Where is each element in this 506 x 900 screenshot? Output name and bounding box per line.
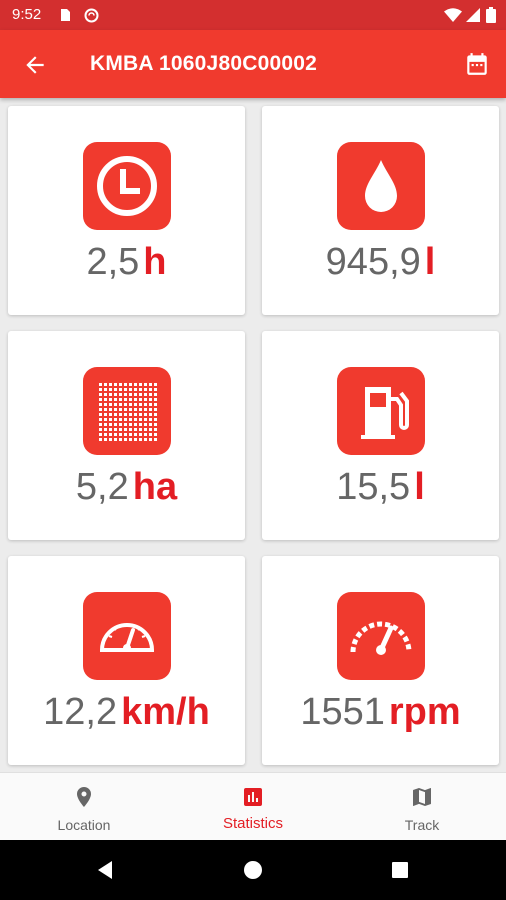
- stat-unit: h: [143, 241, 167, 283]
- map-icon: [413, 788, 431, 806]
- status-time: 9:52: [12, 6, 42, 23]
- stat-number: 12,2: [43, 691, 118, 733]
- wifi-icon: [444, 8, 462, 22]
- stat-card-area[interactable]: 5,2 ha: [8, 331, 245, 540]
- nav-label: Track: [404, 817, 440, 833]
- page-title: KMBA 1060J80C00002: [90, 52, 317, 75]
- stat-card-fuel[interactable]: 15,5 l: [262, 331, 499, 540]
- stat-unit: l: [424, 241, 436, 283]
- back-arrow-icon[interactable]: [22, 52, 48, 78]
- signal-icon: [466, 8, 480, 22]
- stat-value: 12,2 km/h: [8, 682, 245, 742]
- app-bar: KMBA 1060J80C00002: [0, 30, 506, 98]
- nav-label: Location: [57, 817, 111, 833]
- stat-value: 15,5 l: [262, 457, 499, 517]
- system-navigation-bar: [0, 840, 506, 900]
- stat-number: 1551: [300, 691, 385, 733]
- home-circle-icon[interactable]: [241, 858, 265, 882]
- water-drop-icon: [337, 142, 425, 230]
- stat-number: 945,9: [325, 241, 421, 283]
- stat-unit: km/h: [121, 691, 210, 733]
- stat-value: 1551 rpm: [262, 682, 499, 742]
- clock-icon: [83, 142, 171, 230]
- stat-unit: l: [414, 466, 425, 508]
- nav-location[interactable]: Location: [0, 773, 168, 841]
- back-triangle-icon[interactable]: [94, 858, 118, 882]
- speedometer-icon: [83, 592, 171, 680]
- nav-track[interactable]: Track: [338, 773, 506, 841]
- stat-value: 945,9 l: [262, 232, 499, 292]
- stat-value: 2,5 h: [8, 232, 245, 292]
- stat-card-operating-hours[interactable]: 2,5 h: [8, 106, 245, 315]
- stat-number: 15,5: [336, 466, 411, 508]
- fuel-pump-icon: [337, 367, 425, 455]
- stat-number: 2,5: [86, 241, 140, 283]
- stat-value: 5,2 ha: [8, 457, 245, 517]
- stat-card-rpm[interactable]: 1551 rpm: [262, 556, 499, 765]
- nav-statistics[interactable]: Statistics: [169, 773, 337, 841]
- sync-icon: [84, 8, 99, 23]
- stat-card-speed[interactable]: 12,2 km/h: [8, 556, 245, 765]
- calendar-icon[interactable]: [464, 51, 490, 77]
- battery-icon: [486, 7, 496, 23]
- stat-number: 5,2: [75, 466, 129, 508]
- bar-chart-icon: [244, 788, 262, 806]
- recents-square-icon[interactable]: [388, 858, 412, 882]
- stat-unit: rpm: [388, 691, 461, 733]
- sd-card-icon: [61, 9, 70, 21]
- bottom-navigation: Location Statistics Track: [0, 772, 506, 840]
- stat-card-water[interactable]: 945,9 l: [262, 106, 499, 315]
- area-grid-icon: [83, 367, 171, 455]
- status-bar: 9:52: [0, 0, 506, 30]
- location-pin-icon: [77, 787, 91, 807]
- tachometer-icon: [337, 592, 425, 680]
- stat-unit: ha: [132, 466, 178, 508]
- nav-label: Statistics: [222, 815, 283, 832]
